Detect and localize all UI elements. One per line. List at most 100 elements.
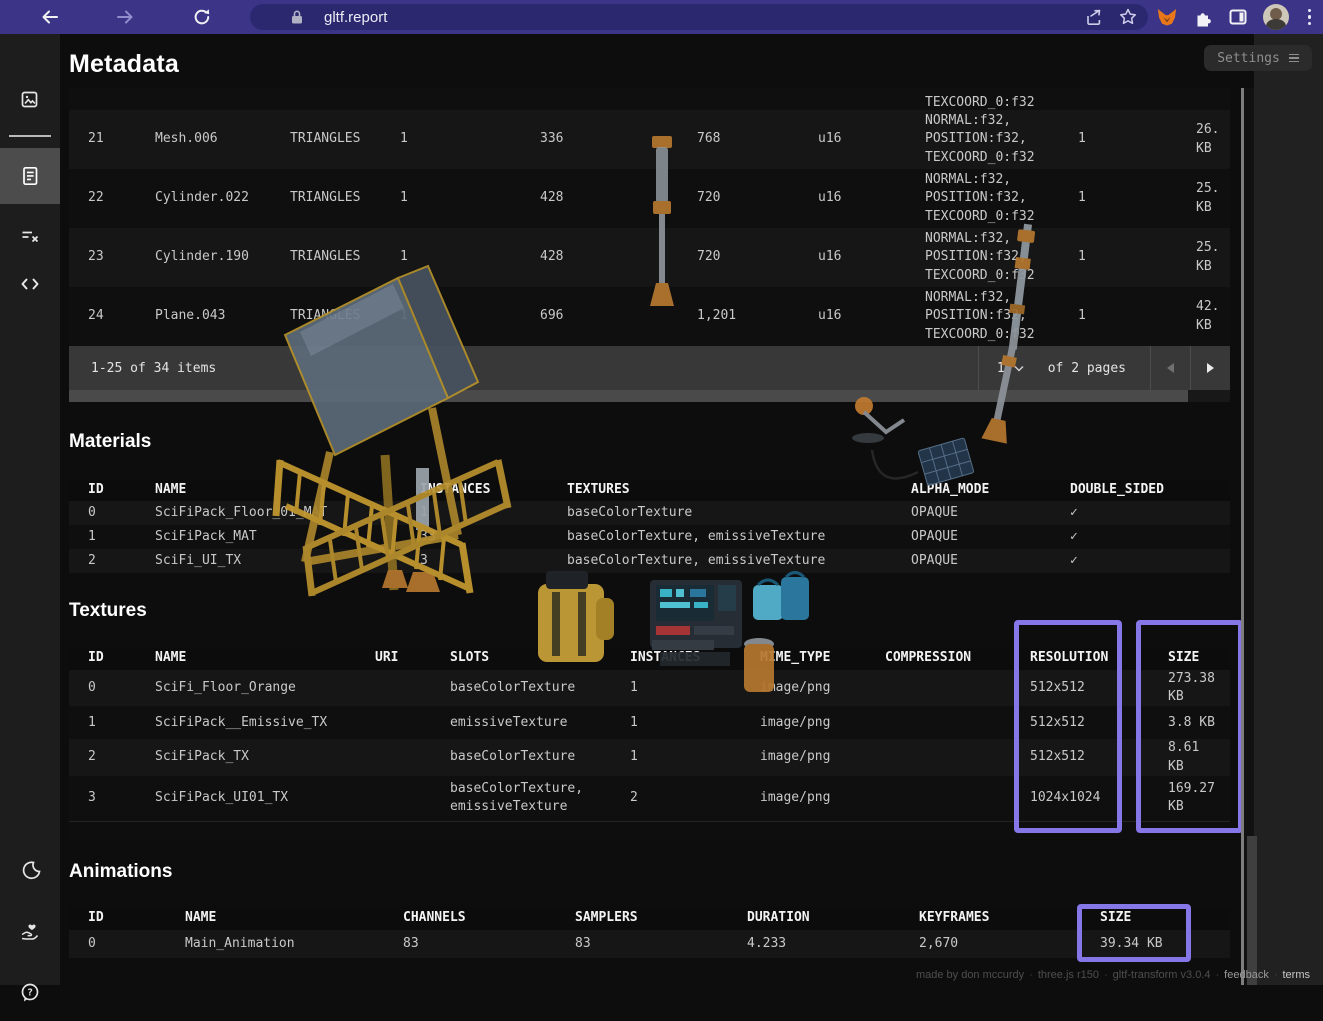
next-page-button[interactable] <box>1190 346 1230 390</box>
table-cell: SciFiPack_MAT <box>155 528 420 546</box>
column-header: SAMPLERS <box>575 909 747 927</box>
textures-title: Textures <box>69 600 147 622</box>
column-header: SLOTS <box>450 649 630 667</box>
table-row: 2SciFiPack_TXbaseColorTexture1image/png5… <box>69 739 1230 775</box>
back-button[interactable] <box>38 5 62 29</box>
table-cell: 720 <box>697 248 818 266</box>
table-cell: 1 <box>1078 189 1196 207</box>
table-cell: OPAQUE <box>911 504 1070 522</box>
table-cell: 83 <box>575 935 747 953</box>
textures-table-footer <box>69 821 1230 839</box>
table-cell: 428 <box>540 248 697 266</box>
url-bar[interactable]: gltf.report <box>250 4 1148 30</box>
sidebar-item-import[interactable] <box>0 72 60 128</box>
table-cell: TRIANGLES <box>290 189 400 207</box>
sidebar-item-theme-toggle[interactable] <box>0 842 60 898</box>
table-cell: 1 <box>1078 307 1196 325</box>
materials-table: IDNAMEINSTANCESTEXTURESALPHA_MODEDOUBLE_… <box>69 479 1230 573</box>
table-cell: TRIANGLES <box>290 307 400 325</box>
sidebar-item-help[interactable]: ? <box>0 965 60 1021</box>
table-cell: Cylinder.190 <box>155 248 290 266</box>
table-cell: 1,201 <box>697 307 818 325</box>
footer-link[interactable]: feedback <box>1224 969 1269 981</box>
image-icon <box>19 89 41 111</box>
table-cell: 2,670 <box>919 935 1100 953</box>
table-cell: 1 <box>88 528 155 546</box>
page-title: Metadata <box>69 50 179 79</box>
profile-avatar[interactable] <box>1263 4 1289 30</box>
materials-title: Materials <box>69 431 151 453</box>
browser-menu-button[interactable] <box>1304 9 1315 25</box>
table-cell: Main_Animation <box>185 935 403 953</box>
prev-page-button[interactable] <box>1150 346 1190 390</box>
reload-button[interactable] <box>190 5 214 29</box>
column-header: ALPHA_MODE <box>911 481 1070 499</box>
share-icon[interactable] <box>1084 7 1104 27</box>
table-cell: 512x512 <box>1030 748 1168 766</box>
forward-button[interactable] <box>113 5 137 29</box>
right-panel <box>1254 34 1323 985</box>
pagination-summary: 1-25 of 34 items <box>91 361 216 376</box>
metamask-extension-icon[interactable] <box>1156 6 1178 28</box>
table-cell: SciFi_Floor_Orange <box>155 679 375 697</box>
table-cell: TRIANGLES <box>290 130 400 148</box>
table-cell: 1 <box>88 714 155 732</box>
sidebar-item-report[interactable] <box>0 148 60 204</box>
credit-separator: · <box>1024 969 1038 981</box>
column-header: MIME_TYPE <box>760 649 885 667</box>
footer-link[interactable]: terms <box>1283 969 1311 981</box>
back-arrow-icon <box>40 7 60 27</box>
table-cell: 428 <box>540 189 697 207</box>
table-cell: baseColorTexture <box>450 748 630 766</box>
reload-icon <box>192 7 212 27</box>
column-header: RESOLUTION <box>1030 649 1168 667</box>
table-header-row: IDNAMEURISLOTSINSTANCESMIME_TYPECOMPRESS… <box>69 647 1230 670</box>
table-cell: 273.38 KB <box>1168 670 1230 706</box>
table-cell: 1 <box>630 748 760 766</box>
side-panel-icon[interactable] <box>1228 7 1248 27</box>
help-icon: ? <box>19 982 41 1004</box>
meshes-horizontal-scrollbar[interactable] <box>69 390 1230 402</box>
main-content: Metadata TEXCOORD_0:f32 21Mesh.006TRIANG… <box>60 34 1254 985</box>
sidebar-item-donate[interactable] <box>0 904 60 960</box>
settings-button[interactable]: Settings <box>1204 45 1312 71</box>
table-cell: SciFiPack__Emissive_TX <box>155 714 375 732</box>
footer-credit: gltf-transform v3.0.4 <box>1113 969 1211 981</box>
column-header: INSTANCES <box>630 649 760 667</box>
sidebar-item-code[interactable] <box>0 256 60 312</box>
table-cell: emissiveTexture <box>450 714 630 732</box>
lock-icon[interactable] <box>290 9 304 25</box>
table-row: 24Plane.043TRIANGLES16961,201u16NORMAL:f… <box>69 287 1230 346</box>
page-scrollbar[interactable] <box>1241 88 1254 985</box>
table-cell: NORMAL:f32, POSITION:f32, TEXCOORD_0:f32 <box>925 112 1078 167</box>
chevron-down-icon <box>1014 365 1024 372</box>
table-cell: baseColorTexture, emissiveTexture <box>567 528 911 546</box>
table-row: 23Cylinder.190TRIANGLES1428720u16NORMAL:… <box>69 228 1230 287</box>
textures-table: IDNAMEURISLOTSINSTANCESMIME_TYPECOMPRESS… <box>69 647 1230 839</box>
credit-separator: · <box>1211 969 1225 981</box>
hand-heart-icon <box>19 921 41 943</box>
sidebar: ? <box>0 34 60 985</box>
table-cell: 0 <box>88 935 185 953</box>
column-header: SIZE <box>1100 909 1230 927</box>
page-scrollbar-thumb[interactable] <box>1247 836 1257 985</box>
table-cell: baseColorTexture <box>567 504 911 522</box>
column-header: ID <box>88 481 155 499</box>
table-cell: 1 <box>630 714 760 732</box>
table-row: 0SciFiPack_Floor_01_MAT1baseColorTexture… <box>69 501 1230 525</box>
table-cell: 83 <box>403 935 575 953</box>
page-select[interactable]: 1 <box>978 346 1042 390</box>
table-cell: 39.34 KB <box>1100 935 1230 953</box>
table-cell: 2 <box>88 748 155 766</box>
table-header-row: IDNAMEINSTANCESTEXTURESALPHA_MODEDOUBLE_… <box>69 479 1230 501</box>
bookmark-star-icon[interactable] <box>1118 7 1138 27</box>
column-header: NAME <box>185 909 403 927</box>
extensions-puzzle-icon[interactable] <box>1193 7 1213 27</box>
column-header: URI <box>375 649 450 667</box>
scrollbar-thumb[interactable] <box>69 390 1188 402</box>
table-cell: 26. KB <box>1196 121 1230 157</box>
settings-menu-icon <box>1289 54 1299 63</box>
table-cell: 24 <box>88 307 155 325</box>
url-text[interactable]: gltf.report <box>324 9 387 26</box>
table-cell: 512x512 <box>1030 714 1168 732</box>
